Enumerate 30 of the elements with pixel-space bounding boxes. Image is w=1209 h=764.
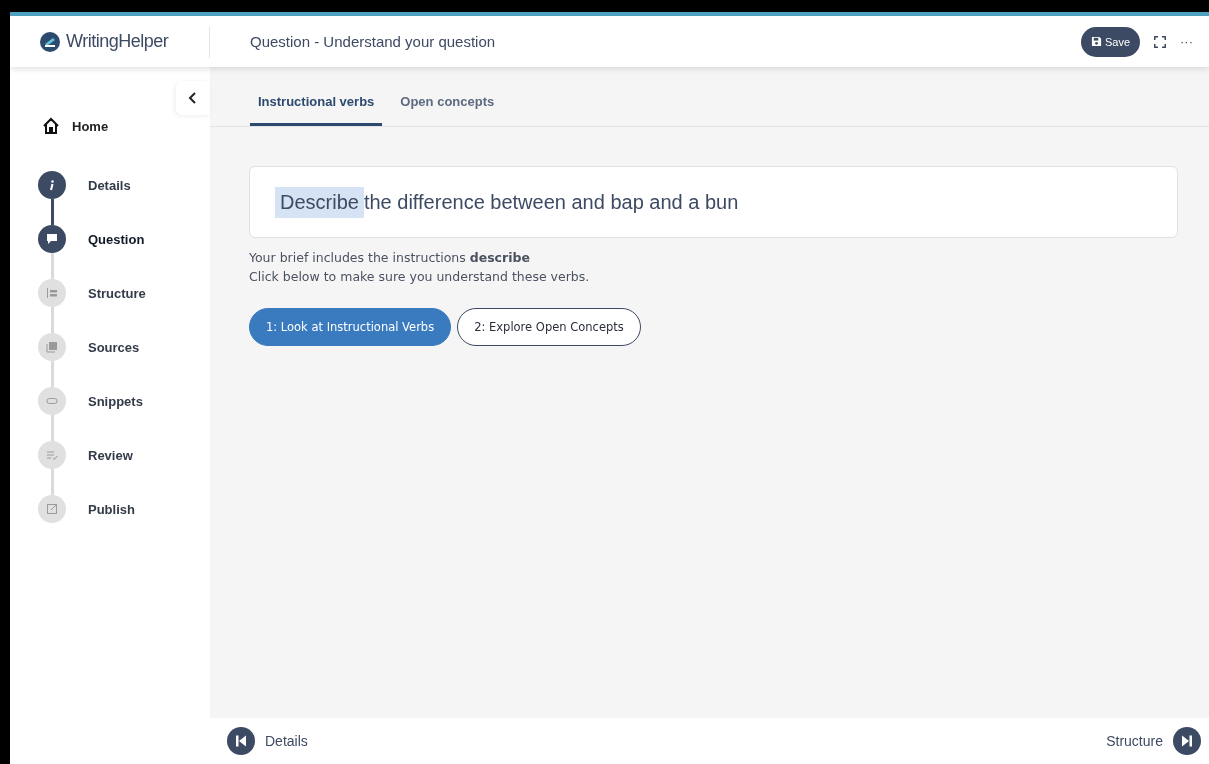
tab[interactable]: Instructional verbs — [250, 94, 383, 126]
page-title: Question - Understand your question — [250, 33, 496, 50]
brief-text: Your brief includes the instructions describe — [249, 249, 531, 267]
brand-name: WritingHelper — [66, 31, 169, 52]
question-text: the difference between and bap and a bun — [363, 190, 739, 214]
step-button[interactable]: 1: Look at Instructional Verbs — [249, 308, 452, 346]
logo-icon — [40, 31, 60, 52]
highlighted-verb: Describe — [275, 186, 364, 218]
step-link[interactable]: Snippets — [88, 387, 143, 415]
brief-text: Click below to make sure you understand these verbs. — [249, 268, 591, 286]
more-button[interactable]: ··· — [1180, 34, 1193, 49]
step-link[interactable]: Sources — [88, 333, 140, 361]
step-link[interactable]: Structure — [88, 279, 146, 307]
step-link[interactable]: Publish — [88, 495, 135, 523]
fullscreen-icon[interactable] — [1154, 35, 1166, 48]
skip-back-icon — [227, 727, 255, 755]
step-link[interactable]: Details — [88, 171, 131, 199]
tab[interactable]: Open concepts — [392, 94, 503, 126]
home-link[interactable]: Home — [10, 117, 210, 135]
home-icon — [42, 117, 60, 135]
step-link[interactable]: Review — [88, 441, 133, 469]
save-button[interactable]: Save — [1080, 26, 1140, 57]
collapse-button[interactable] — [176, 81, 210, 115]
save-icon — [1090, 36, 1102, 47]
step-button[interactable]: 2: Explore Open Concepts — [457, 308, 641, 346]
chevron-left-icon — [188, 92, 198, 104]
next-button[interactable]: Structure — [1106, 727, 1201, 755]
step-link[interactable]: Question — [88, 225, 145, 253]
skip-forward-icon — [1173, 727, 1201, 755]
previous-button[interactable]: Details — [227, 727, 308, 755]
